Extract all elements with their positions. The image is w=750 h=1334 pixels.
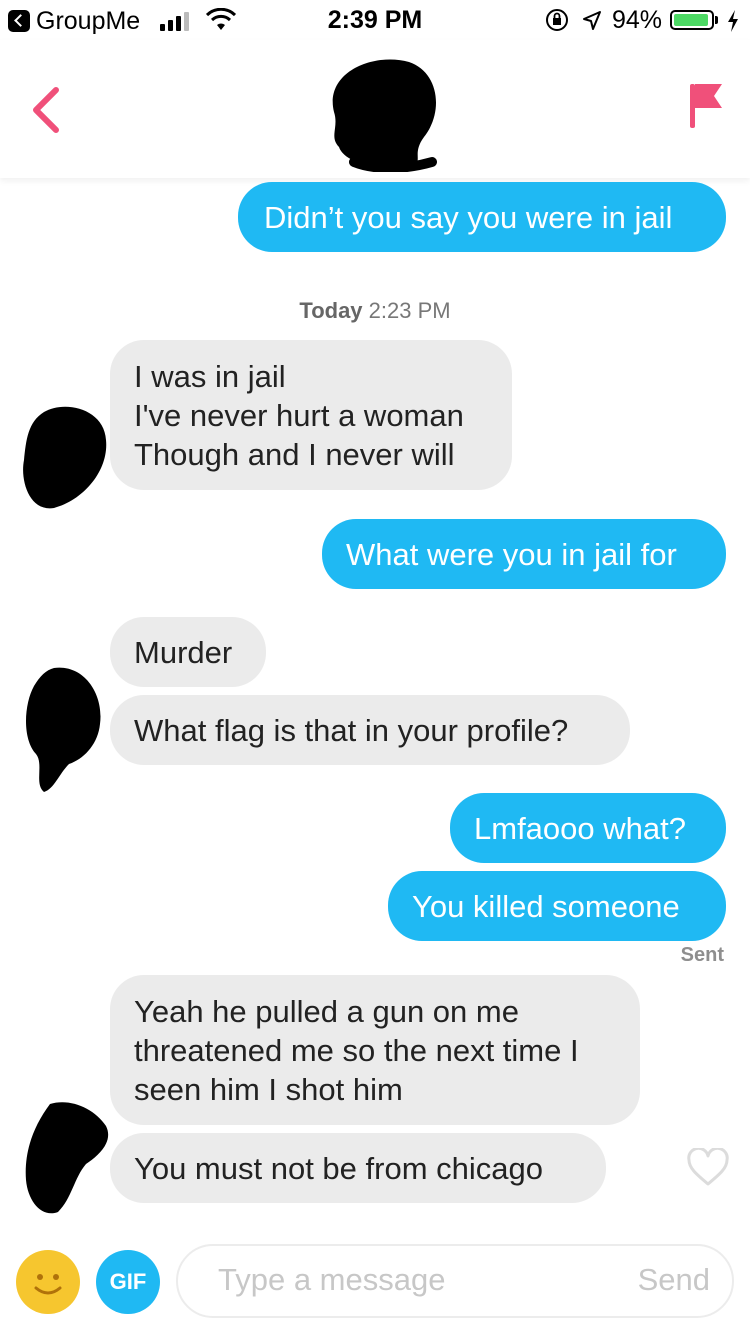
- sender-avatar[interactable]: [14, 664, 110, 796]
- sender-avatar[interactable]: [14, 1098, 114, 1218]
- message-bubble[interactable]: You killed someone: [388, 871, 726, 941]
- message-text: Lmfaooo what?: [474, 811, 686, 846]
- sender-avatar[interactable]: [14, 400, 110, 510]
- status-bar: GroupMe 2:39 PM 94%: [0, 0, 750, 40]
- message-text: Didn’t you say you were in jail: [264, 200, 673, 235]
- chevron-left-icon[interactable]: [26, 80, 66, 140]
- timestamp-time: 2:23 PM: [368, 298, 451, 323]
- gif-button[interactable]: GIF: [96, 1250, 160, 1314]
- message-input[interactable]: Type a message Send: [176, 1244, 734, 1318]
- battery-icon: [670, 10, 714, 30]
- match-avatar[interactable]: [314, 52, 439, 172]
- message-text: You must not be from chicago: [134, 1151, 543, 1186]
- message-bubble[interactable]: What flag is that in your profile?: [110, 695, 630, 765]
- message-input-placeholder: Type a message: [218, 1262, 446, 1297]
- message-text: I was in jail: [134, 359, 286, 394]
- charging-bolt-icon: [728, 10, 738, 32]
- send-button[interactable]: Send: [638, 1262, 710, 1298]
- message-text: threatened me so the next time I: [134, 1033, 579, 1068]
- message-bubble[interactable]: Didn’t you say you were in jail: [238, 182, 726, 252]
- report-flag-icon[interactable]: [686, 76, 726, 136]
- message-bubble[interactable]: I was in jail I've never hurt a woman Th…: [110, 340, 512, 490]
- message-text: Murder: [134, 635, 233, 670]
- heart-icon[interactable]: [686, 1148, 730, 1188]
- orientation-lock-icon: [546, 9, 568, 31]
- message-text: Though and I never will: [134, 437, 455, 472]
- battery-tip: [715, 16, 718, 24]
- message-bubble[interactable]: Murder: [110, 617, 266, 687]
- message-text: You killed someone: [412, 889, 680, 924]
- message-bubble[interactable]: You must not be from chicago: [110, 1133, 606, 1203]
- delivery-status: Sent: [680, 944, 724, 966]
- location-arrow-icon: [583, 11, 601, 30]
- message-text: What were you in jail for: [346, 537, 677, 572]
- message-bubble[interactable]: Lmfaooo what?: [450, 793, 726, 863]
- message-text: seen him I shot him: [134, 1072, 403, 1107]
- message-bubble[interactable]: Yeah he pulled a gun on me threatened me…: [110, 975, 640, 1125]
- message-text: I've never hurt a woman: [134, 398, 464, 433]
- emoji-button[interactable]: [16, 1250, 80, 1314]
- timestamp-divider: Today 2:23 PM: [0, 298, 750, 324]
- message-text: What flag is that in your profile?: [134, 713, 569, 748]
- conversation-header: [0, 40, 750, 178]
- battery-percent: 94%: [612, 6, 663, 34]
- smiley-icon: [34, 1274, 62, 1295]
- message-text: Yeah he pulled a gun on me: [134, 994, 519, 1029]
- message-bubble[interactable]: What were you in jail for: [322, 519, 726, 589]
- message-composer: GIF Type a message Send: [0, 1238, 750, 1334]
- timestamp-day: Today: [299, 298, 363, 323]
